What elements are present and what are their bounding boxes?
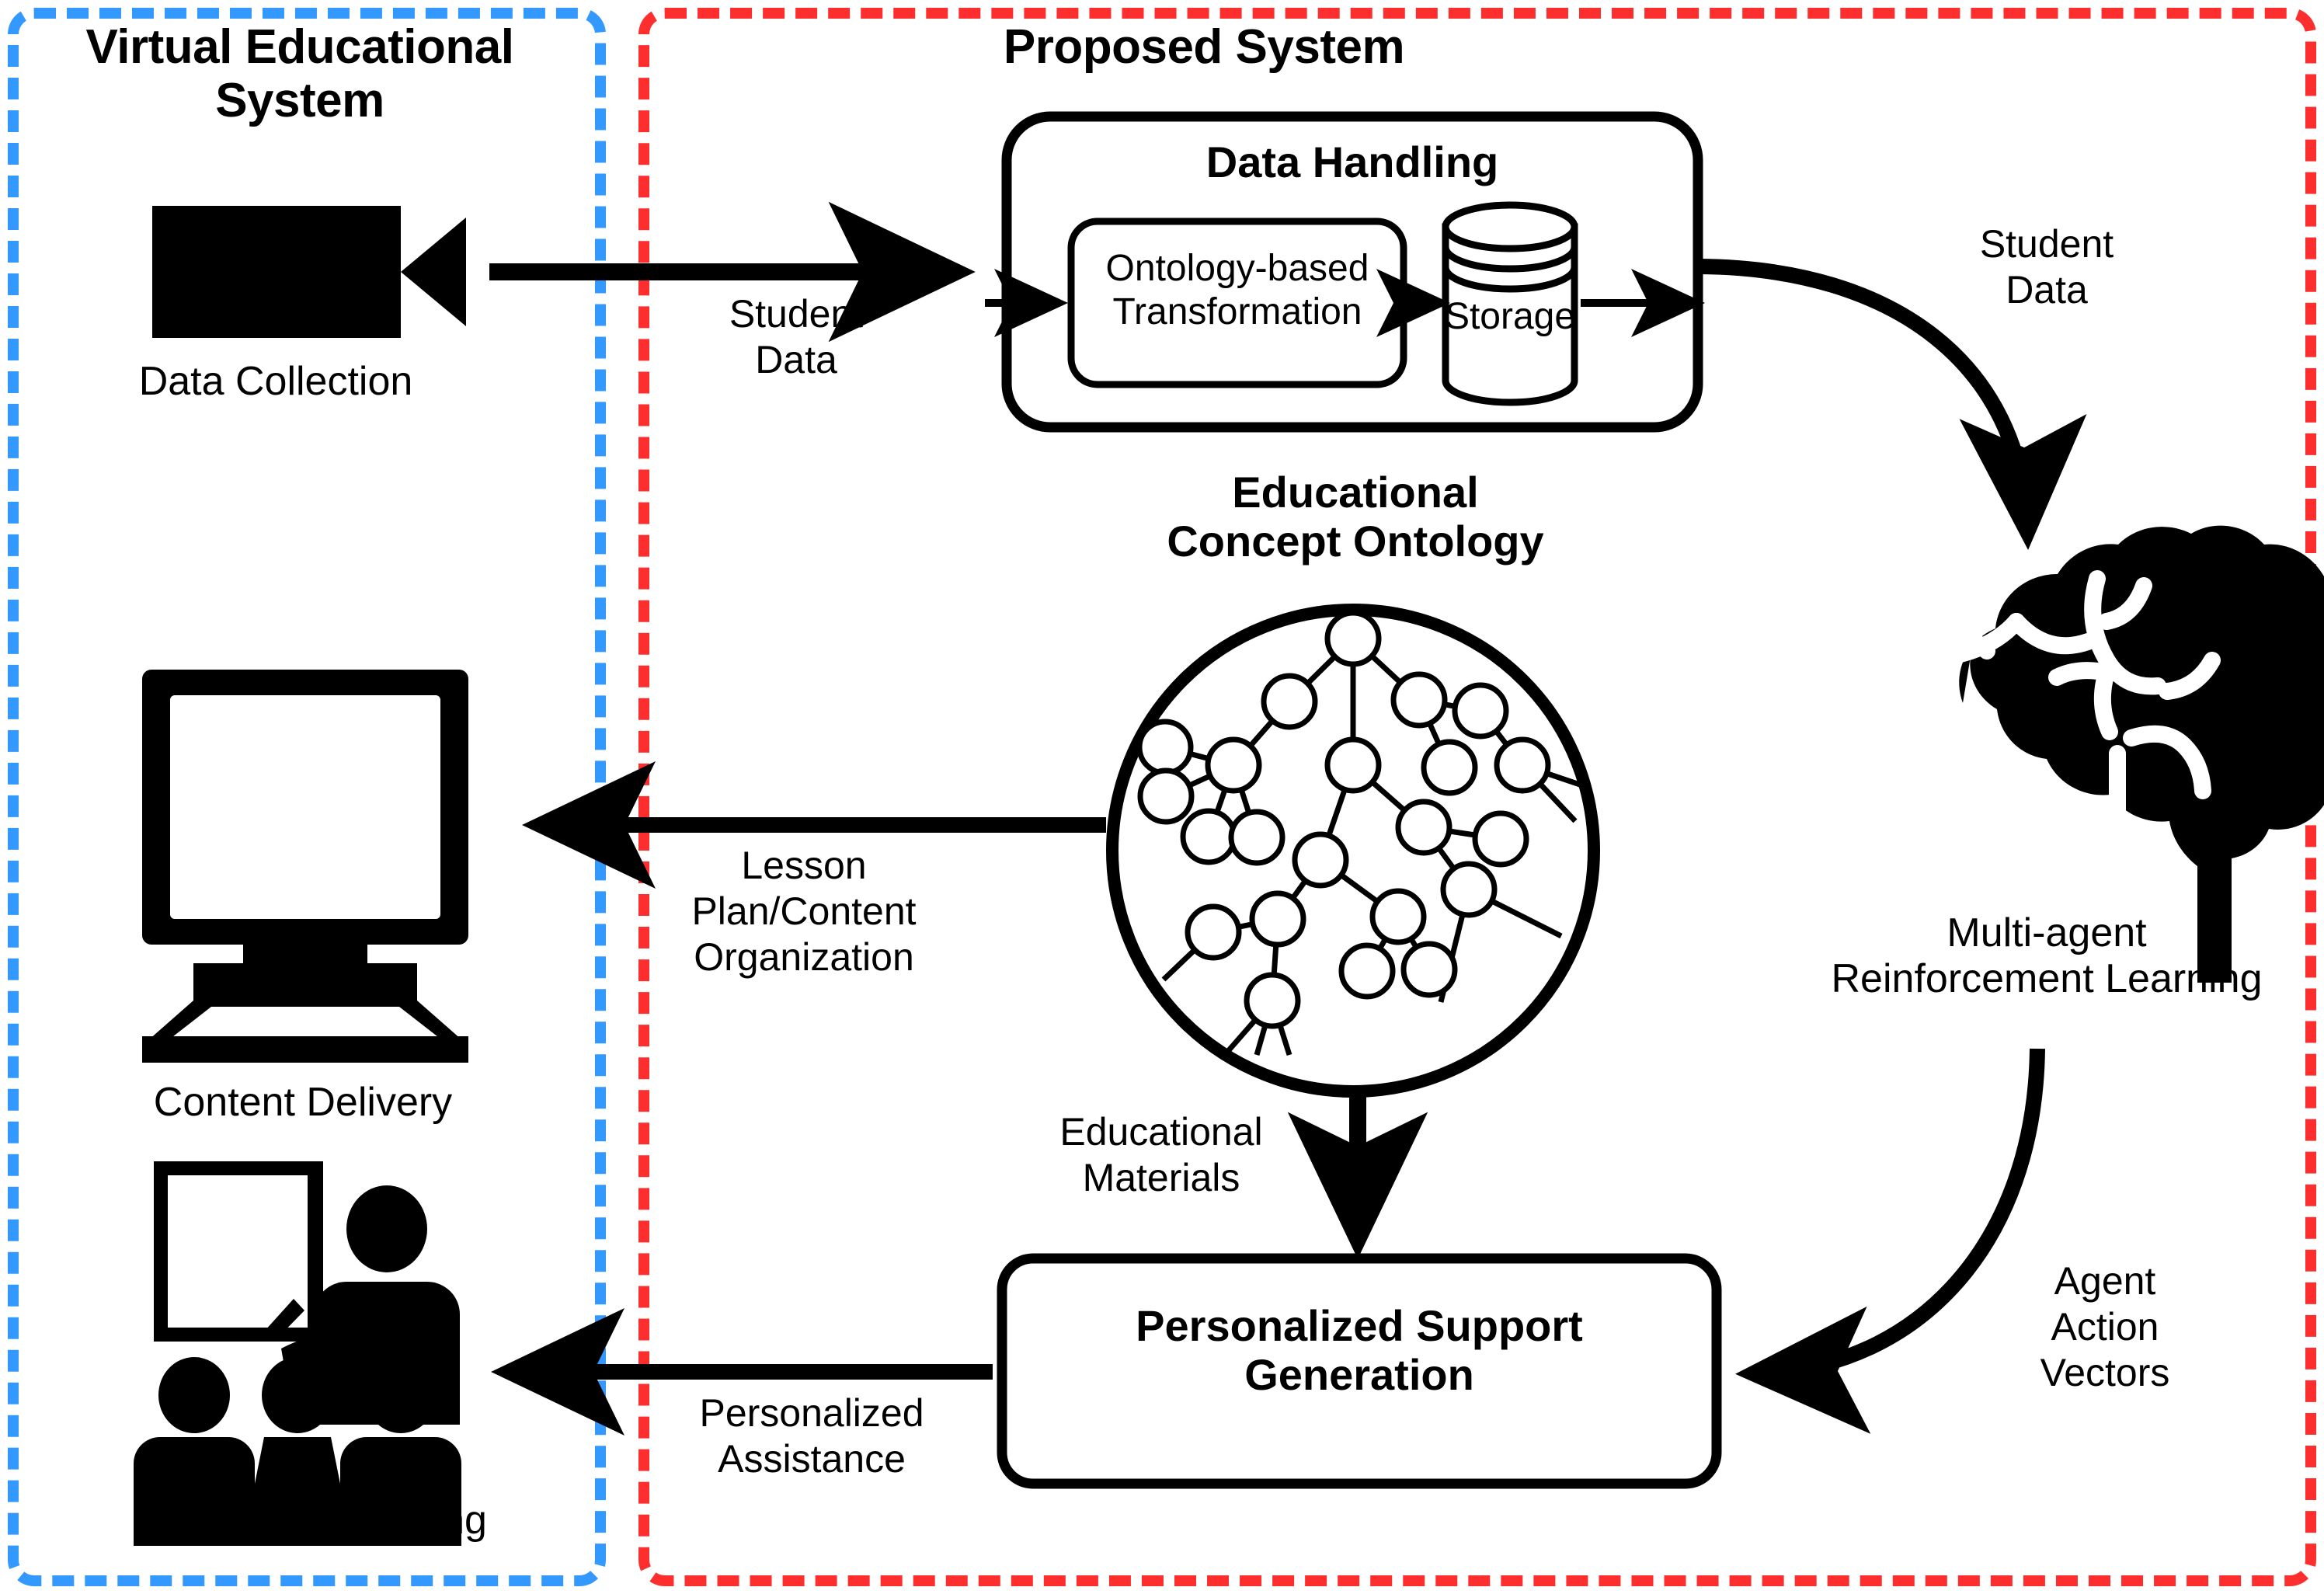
ontology-transformation-label: Ontology-based Transformation <box>1105 248 1369 332</box>
proposed-system-title: Proposed System <box>1003 20 1405 74</box>
automated-tutoring-caption: Automated Tutoring <box>134 1498 487 1543</box>
storage-label: Storage <box>1444 296 1576 337</box>
label-lesson-plan-content-organization: Lesson Plan/Content Organization <box>691 844 917 979</box>
label-educational-materials: Educational Materials <box>1059 1110 1263 1199</box>
personalized-support-generation-title: Personalized Support Generation <box>1136 1301 1583 1399</box>
educational-concept-ontology-title: Educational Concept Ontology <box>1167 468 1544 566</box>
label-agent-action-vectors: Agent Action Vectors <box>2040 1259 2170 1394</box>
multi-agent-rl-caption: Multi-agent Reinforcement Learning <box>1831 910 2263 1002</box>
label-personalized-assistance: Personalized Assistance <box>699 1391 924 1481</box>
data-collection-caption: Data Collection <box>138 359 413 404</box>
virtual-educational-system-title: Virtual Educational System <box>85 20 514 128</box>
virtual-educational-system-panel <box>8 8 606 1586</box>
content-delivery-caption: Content Delivery <box>153 1080 453 1125</box>
data-handling-title: Data Handling <box>1205 137 1499 186</box>
label-student-data-in: Student Data <box>729 292 864 381</box>
label-student-data-out: Student Data <box>1979 222 2114 311</box>
diagram-canvas: Virtual Educational System Proposed Syst… <box>0 0 2324 1594</box>
